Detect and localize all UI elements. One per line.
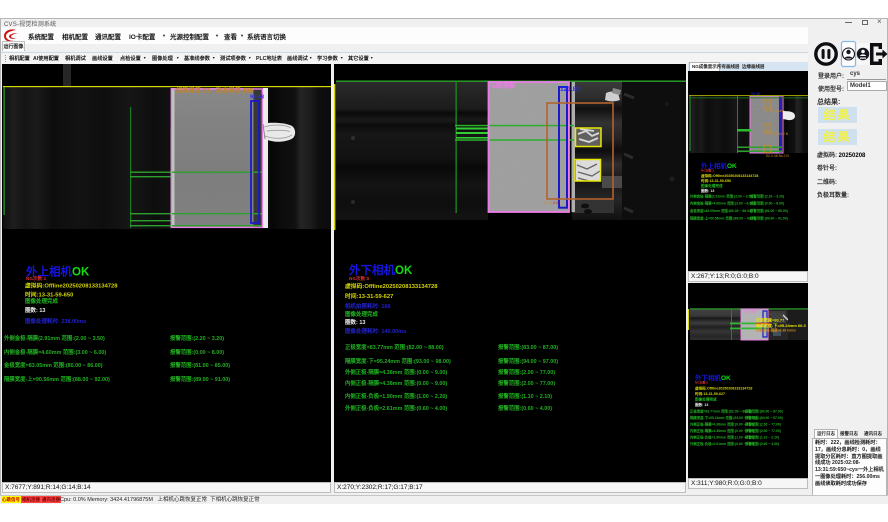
svg-text:52.4 48 8a.2 B: 52.4 48 8a.2 B [766, 154, 789, 158]
svg-text:虚拟码:Offline20250208133134728: 虚拟码:Offline20250208133134728 [701, 173, 758, 178]
svg-text:报警范围:(1.10 ~ 2.10): 报警范围:(1.10 ~ 2.10) [498, 392, 552, 400]
svg-text:图像处理耗时: 238.00ms: 图像处理耗时: 238.00ms [25, 317, 86, 325]
svg-text:图像处理完成: 图像处理完成 [345, 310, 379, 318]
svg-text:金极宽度=83.05mm 范围:(80.00 ~ 86.00: 金极宽度=83.05mm 范围:(80.00 ~ 86.00) [3, 361, 103, 369]
svg-text:圈数: 13: 圈数: 13 [701, 188, 714, 193]
svg-text:正极宽度=83.77mm 范围:(82.00 ~ 88.00: 正极宽度=83.77mm 范围:(82.00 ~ 88.00) [345, 343, 444, 351]
svg-text:报警范围:(0.60 ~ 4.00): 报警范围:(0.60 ~ 4.00) [744, 441, 779, 446]
svg-text:图像处理完成: 图像处理完成 [701, 183, 723, 188]
svg-text:52.48 mm/s²: 52.48 mm/s² [765, 109, 785, 113]
svg-text:报警范围:(94.00 ~ 97.00): 报警范围:(94.00 ~ 97.00) [744, 415, 783, 420]
svg-text:报警范围:(2.00 ~ 77.00): 报警范围:(2.00 ~ 77.00) [498, 368, 555, 376]
svg-text:报警范围:(0.00 ~ 8.00): 报警范围:(0.00 ~ 8.00) [170, 348, 224, 356]
svg-text:外侧金极-隔膜(2.91mm 范围:(2.00 ~ 3.50: 外侧金极-隔膜(2.91mm 范围:(2.00 ~ 3.50) [4, 334, 105, 342]
svg-text:圈数: 13: 圈数: 13 [345, 318, 365, 326]
svg-text:图像处理耗时: 140.00ms: 图像处理耗时: 140.00ms [345, 327, 406, 335]
svg-text:外侧正极-隔膜=4.38mm 范围:(0.00 ~ 9.00: 外侧正极-隔膜=4.38mm 范围:(0.00 ~ 9.00) [345, 368, 447, 376]
svg-text:外下相机OK: 外下相机OK [348, 263, 413, 277]
svg-text:52.48P 54.2 B: 52.48P 54.2 B [766, 132, 789, 136]
svg-text:灯箱阈值:93，动态阈值:100: 灯箱阈值:93，动态阈值:100 [176, 87, 254, 95]
svg-text:隔膜宽度-下=95.24mm 66.3: 隔膜宽度-下=95.24mm 66.3 [756, 322, 806, 328]
svg-text:外侧金极-隔膜(2.91mm 范围:(2.00 ~ 3.50: 外侧金极-隔膜(2.91mm 范围:(2.00 ~ 3.50) [690, 194, 753, 199]
svg-text:圈数: 13: 圈数: 13 [695, 402, 708, 407]
svg-text:相机拍照耗时: 166: 相机拍照耗时: 166 [345, 302, 391, 310]
svg-text:报警范围:(0.60 ~ 4.00): 报警范围:(0.60 ~ 4.00) [498, 404, 552, 412]
svg-text:虚拟码:Offline20250208133134728: 虚拟码:Offline20250208133134728 [25, 282, 118, 290]
svg-text:报警范围:(81.00 ~ 85.00): 报警范围:(81.00 ~ 85.00) [749, 208, 788, 213]
svg-text:报警范围:(94.00 ~ 97.00): 报警范围:(94.00 ~ 97.00) [498, 357, 558, 365]
svg-text:93.48: 93.48 [751, 92, 760, 96]
svg-text:报警范围:(2.20 ~ 3.20): 报警范围:(2.20 ~ 3.20) [170, 334, 224, 342]
svg-text:AI检测框: AI检测框 [491, 82, 515, 90]
svg-text:报警范围:(2.00 ~ 77.00): 报警范围:(2.00 ~ 77.00) [744, 428, 781, 433]
svg-text:报警范围:(89.00 ~ 91.00): 报警范围:(89.00 ~ 91.00) [749, 216, 788, 221]
svg-text:正极宽度=83.77mm 范围:(82.00 ~ 88.00: 正极宽度=83.77mm 范围:(82.00 ~ 88.00) [690, 409, 752, 414]
svg-text:报警范围:(1.10 ~ 2.10): 报警范围:(1.10 ~ 2.10) [744, 435, 779, 440]
svg-text:内侧金极-隔膜=4.60mm 范围:(3.00 ~ 6.00: 内侧金极-隔膜=4.60mm 范围:(3.00 ~ 6.00) [690, 201, 754, 206]
svg-text:报警范围:(2.00 ~ 77.00): 报警范围:(2.00 ~ 77.00) [744, 422, 781, 427]
svg-text:报警范围:(83.00 ~ 87.00): 报警范围:(83.00 ~ 87.00) [744, 409, 783, 414]
svg-text:报警范围:(81.00 ~ 85.00): 报警范围:(81.00 ~ 85.00) [170, 361, 230, 369]
svg-text:隔膜宽度-上=90.56mm 范围:(88.00 ~ 92.: 隔膜宽度-上=90.56mm 范围:(88.00 ~ 92.00) [4, 375, 110, 383]
svg-text:报警范围:(83.00 ~ 87.00): 报警范围:(83.00 ~ 87.00) [498, 343, 558, 351]
svg-text:正极宽度=83.77: 正极宽度=83.77 [756, 317, 785, 323]
svg-text:图像处理完成: 图像处理完成 [695, 397, 717, 402]
svg-text:时间:13-31-59-627: 时间:13-31-59-627 [345, 292, 393, 300]
svg-text:时间:13-31-59-627: 时间:13-31-59-627 [695, 391, 725, 396]
svg-text:图像处理完成: 图像处理完成 [25, 297, 59, 305]
svg-text:内侧正极-负极=1.90mm 范围:(1.00 ~ 2.20: 内侧正极-负极=1.90mm 范围:(1.00 ~ 2.20) [345, 392, 447, 400]
svg-text:AI检测框: AI检测框 [744, 309, 757, 314]
svg-text:93.48: 93.48 [250, 95, 264, 101]
svg-text:内侧正极-隔膜=4.38mm 范围:(0.00 ~ 9.00: 内侧正极-隔膜=4.38mm 范围:(0.00 ~ 9.00) [345, 379, 447, 387]
svg-text:52.0 2.8: 52.0 2.8 [544, 200, 559, 205]
svg-text:虚拟码:Offline20250208133134728: 虚拟码:Offline20250208133134728 [345, 282, 438, 290]
svg-text:虚拟码:Offline20250208133134728: 虚拟码:Offline20250208133134728 [695, 386, 752, 391]
svg-text:报警范围:(2.00 ~ 77.00): 报警范围:(2.00 ~ 77.00) [498, 379, 555, 387]
svg-text:NG次数:1: NG次数:1 [26, 275, 47, 282]
svg-text:报警范围:(0.00 ~ 8.00): 报警范围:(0.00 ~ 8.00) [749, 201, 784, 206]
svg-text:外侧正极-隔膜=4.38 mm/s: 外侧正极-隔膜=4.38 mm/s [756, 328, 796, 333]
svg-text:内侧金极-隔膜=4.60mm 范围:(3.00 ~ 6.00: 内侧金极-隔膜=4.60mm 范围:(3.00 ~ 6.00) [4, 348, 106, 356]
svg-text:NG次数:0: NG次数:0 [349, 275, 370, 282]
svg-text:隔膜宽度-下=95.24mm 范围:(93.00 ~ 98.: 隔膜宽度-下=95.24mm 范围:(93.00 ~ 98.00) [345, 357, 451, 365]
svg-text:时间:13-31-59-650: 时间:13-31-59-650 [701, 178, 731, 183]
svg-text:NG次数:0: NG次数:0 [695, 380, 708, 385]
svg-text:圈数: 13: 圈数: 13 [25, 306, 45, 314]
svg-text:NG次数:1: NG次数:1 [701, 168, 714, 173]
svg-text:金极宽度=83.05mm 范围:(80.00 ~ 86.00: 金极宽度=83.05mm 范围:(80.00 ~ 86.00) [689, 208, 752, 213]
svg-text:报警范围:(89.00 ~ 91.00): 报警范围:(89.00 ~ 91.00) [170, 375, 230, 383]
svg-text:外侧正极-负极=2.61mm 范围:(0.60 ~ 4.00: 外侧正极-负极=2.61mm 范围:(0.60 ~ 4.00) [345, 404, 447, 412]
svg-text:隔膜宽度-上=90.56mm 范围:(88.00 ~ 92.: 隔膜宽度-上=90.56mm 范围:(88.00 ~ 92.00) [690, 216, 757, 221]
svg-text:时间:13-31-59-650: 时间:13-31-59-650 [25, 291, 73, 299]
svg-text:123.80: 123.80 [560, 86, 580, 93]
svg-text:报警范围:(2.20 ~ 3.20): 报警范围:(2.20 ~ 3.20) [749, 194, 784, 199]
